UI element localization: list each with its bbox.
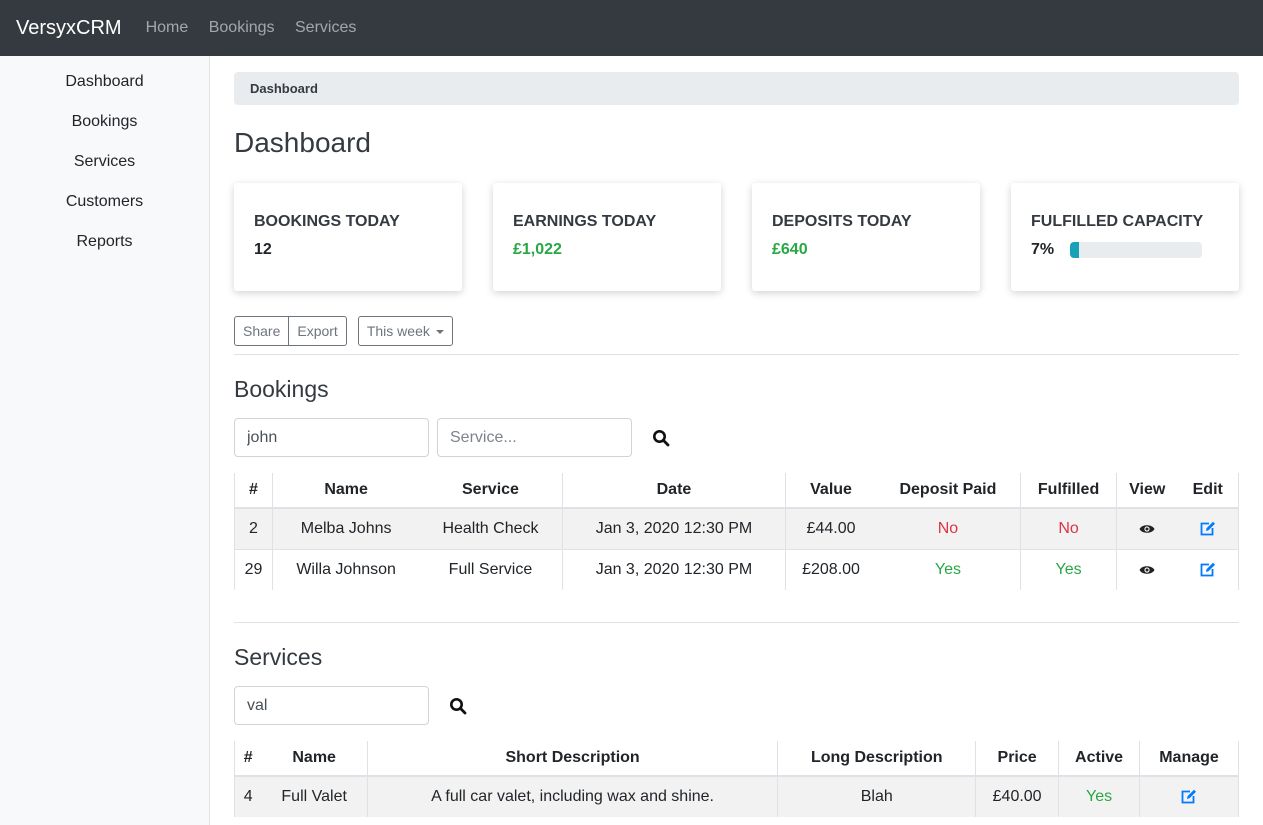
export-button[interactable]: Export (289, 316, 347, 346)
sidebar-item-bookings[interactable]: Bookings (0, 94, 209, 134)
column-header[interactable]: Long Description (777, 741, 977, 777)
stat-card-title: FULFILLED CAPACITY (1031, 213, 1204, 230)
stat-card-earnings: EARNINGS TODAY £1,022 (493, 183, 721, 291)
search-icon[interactable] (449, 697, 467, 715)
column-header[interactable]: # (234, 741, 262, 777)
column-header[interactable]: Name (272, 473, 420, 509)
services-heading: Services (234, 644, 323, 670)
column-header: Edit (1177, 473, 1240, 509)
brand-logo[interactable]: VersyxCRM (16, 17, 122, 40)
stat-card-capacity: FULFILLED CAPACITY 7% (1011, 183, 1239, 291)
stat-card-value: 12 (254, 241, 272, 258)
cell-value: £44.00 (785, 507, 876, 549)
column-header[interactable]: # (234, 473, 273, 509)
stat-cards: BOOKINGS TODAY 12 EARNINGS TODAY £1,022 … (234, 183, 1239, 291)
sidebar-item-customers[interactable]: Customers (0, 174, 209, 214)
services-filter-input[interactable] (234, 686, 429, 725)
cell-name: Willa Johnson (272, 548, 420, 590)
edit-icon[interactable] (1200, 562, 1216, 577)
cell-name: Full Valet (261, 775, 368, 817)
view-eye-icon[interactable] (1139, 523, 1155, 535)
breadcrumb: Dashboard (234, 72, 1239, 105)
services-filter-row (234, 686, 1239, 725)
column-header: Manage (1139, 741, 1239, 777)
table-header-row: # Name Short Description Long Descriptio… (234, 741, 1239, 777)
cell-deposit-paid: No (875, 507, 1022, 549)
search-icon[interactable] (652, 429, 670, 447)
cell-deposit-paid: Yes (875, 548, 1022, 590)
toolbar: Share Export This week (234, 316, 1239, 346)
services-table: # Name Short Description Long Descriptio… (234, 741, 1239, 817)
bookings-heading: Bookings (234, 376, 329, 402)
caret-down-icon (435, 330, 444, 335)
top-navbar: VersyxCRM Home Bookings Services (0, 0, 1263, 56)
cell-value: £208.00 (785, 548, 876, 590)
nav-link-services[interactable]: Services (295, 19, 356, 36)
column-header[interactable]: Price (975, 741, 1060, 777)
capacity-progress-fill (1070, 242, 1080, 258)
column-header[interactable]: Short Description (367, 741, 779, 777)
column-header[interactable]: Service (419, 473, 563, 509)
table-row: 2 Melba Johns Health Check Jan 3, 2020 1… (234, 507, 1240, 549)
bookings-service-filter-input[interactable] (437, 418, 632, 457)
cell-service: Health Check (419, 507, 563, 549)
stat-card-value: £640 (772, 241, 808, 258)
cell-short-description: A full car valet, including wax and shin… (367, 775, 779, 817)
share-button[interactable]: Share (234, 316, 290, 346)
nav-link-bookings[interactable]: Bookings (209, 19, 275, 36)
sidebar-item-reports[interactable]: Reports (0, 214, 209, 254)
edit-icon[interactable] (1181, 789, 1197, 804)
stat-card-value: £1,022 (513, 241, 562, 258)
column-header[interactable]: Name (261, 741, 368, 777)
cell-date: Jan 3, 2020 12:30 PM (562, 548, 787, 590)
main-content: Dashboard Dashboard BOOKINGS TODAY 12 EA… (234, 56, 1240, 817)
table-row: 29 Willa Johnson Full Service Jan 3, 202… (234, 548, 1240, 590)
capacity-progress-bar (1070, 242, 1203, 258)
cell-date: Jan 3, 2020 12:30 PM (562, 507, 787, 549)
bookings-name-filter-input[interactable] (234, 418, 429, 457)
share-export-group: Share Export (234, 316, 347, 346)
bookings-filter-row (234, 418, 1239, 457)
cell-id: 4 (234, 775, 262, 817)
stat-card-value: 7% (1031, 241, 1055, 258)
cell-fulfilled: No (1020, 507, 1118, 549)
cell-active: Yes (1058, 775, 1141, 817)
table-row: 4 Full Valet A full car valet, including… (234, 775, 1239, 817)
edit-icon[interactable] (1200, 521, 1216, 536)
cell-fulfilled: Yes (1020, 548, 1118, 590)
cell-long-description: Blah (777, 775, 977, 817)
column-header[interactable]: Fulfilled (1020, 473, 1118, 509)
bookings-table: # Name Service Date Value Deposit Paid F… (234, 473, 1240, 590)
sidebar-item-services[interactable]: Services (0, 134, 209, 174)
column-header[interactable]: Active (1058, 741, 1141, 777)
stat-card-title: DEPOSITS TODAY (772, 213, 912, 230)
table-header-row: # Name Service Date Value Deposit Paid F… (234, 473, 1240, 509)
view-eye-icon[interactable] (1139, 564, 1155, 576)
sidebar: Dashboard Bookings Services Customers Re… (0, 56, 210, 825)
sidebar-item-dashboard[interactable]: Dashboard (0, 54, 209, 94)
divider (234, 622, 1239, 623)
cell-name: Melba Johns (272, 507, 420, 549)
cell-id: 2 (234, 507, 273, 549)
top-nav-links: Home Bookings Services (146, 19, 373, 37)
period-dropdown[interactable]: This week (357, 316, 453, 346)
page-title: Dashboard (234, 127, 371, 158)
column-header[interactable]: Deposit Paid (875, 473, 1022, 509)
nav-link-home[interactable]: Home (146, 19, 189, 36)
column-header[interactable]: Date (562, 473, 787, 509)
cell-price: £40.00 (975, 775, 1060, 817)
stat-card-deposits: DEPOSITS TODAY £640 (752, 183, 980, 291)
column-header[interactable]: Value (785, 473, 876, 509)
stat-card-bookings: BOOKINGS TODAY 12 (234, 183, 462, 291)
cell-id: 29 (234, 548, 273, 590)
cell-service: Full Service (419, 548, 563, 590)
column-header: View (1116, 473, 1178, 509)
stat-card-title: EARNINGS TODAY (513, 213, 657, 230)
stat-card-title: BOOKINGS TODAY (254, 213, 400, 230)
period-dropdown-label: This week (366, 323, 430, 339)
divider (234, 354, 1239, 355)
